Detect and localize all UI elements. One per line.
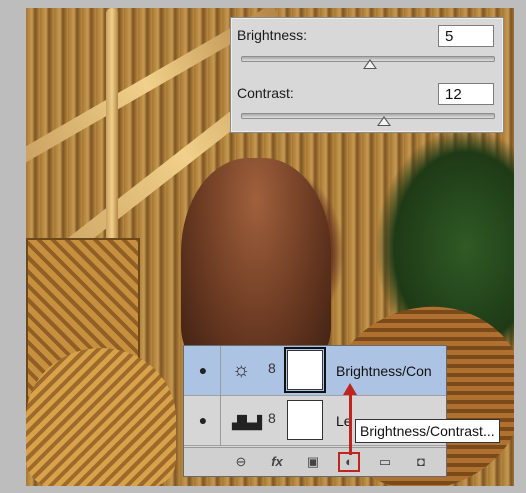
- layer-mask-thumbnail[interactable]: [284, 347, 326, 393]
- chain-link-icon[interactable]: 8: [268, 410, 276, 426]
- brightness-input[interactable]: 5: [438, 25, 494, 47]
- layer-mask-thumbnail[interactable]: [287, 400, 323, 440]
- sun-icon: ☼: [232, 359, 251, 381]
- divider: [220, 396, 221, 446]
- fx-button[interactable]: fx: [266, 452, 288, 472]
- round-basket: [26, 348, 176, 486]
- layers-panel: ● ☼ 8 Brightness/Con ● ▟▙▟ 8 Le ⊖ fx ▣ ◐…: [183, 345, 447, 477]
- layer-row-brightness-contrast[interactable]: ● ☼ 8 Brightness/Con: [184, 346, 446, 396]
- annotation-arrow-head: [343, 383, 357, 395]
- brightness-slider-thumb[interactable]: [363, 59, 377, 69]
- contrast-slider-thumb[interactable]: [377, 116, 391, 126]
- eye-icon[interactable]: ●: [193, 363, 213, 377]
- contrast-input[interactable]: 12: [438, 83, 494, 105]
- bamboo-pole: [106, 8, 118, 258]
- divider: [220, 346, 221, 396]
- tooltip: Brightness/Contrast...: [355, 419, 500, 443]
- contrast-slider-track[interactable]: [241, 113, 495, 119]
- brightness-contrast-properties-panel: Brightness: 5 Contrast: 12: [230, 17, 504, 133]
- layers-toolbar: ⊖ fx ▣ ◐ ▭ ◘: [184, 447, 446, 476]
- brightness-label: Brightness:: [237, 27, 308, 43]
- add-mask-icon[interactable]: ▣: [302, 452, 324, 472]
- link-layers-icon[interactable]: ⊖: [230, 452, 252, 472]
- new-group-folder-icon[interactable]: ▭: [374, 452, 396, 472]
- new-layer-icon[interactable]: ◘: [410, 452, 432, 472]
- annotation-arrow-line: [349, 393, 352, 455]
- new-adjustment-layer-icon[interactable]: ◐: [338, 452, 360, 472]
- levels-icon: ▟▙▟: [232, 415, 262, 430]
- contrast-label: Contrast:: [237, 85, 294, 101]
- chain-link-icon[interactable]: 8: [268, 360, 276, 376]
- man-figure: [181, 158, 331, 368]
- eye-icon[interactable]: ●: [193, 413, 213, 427]
